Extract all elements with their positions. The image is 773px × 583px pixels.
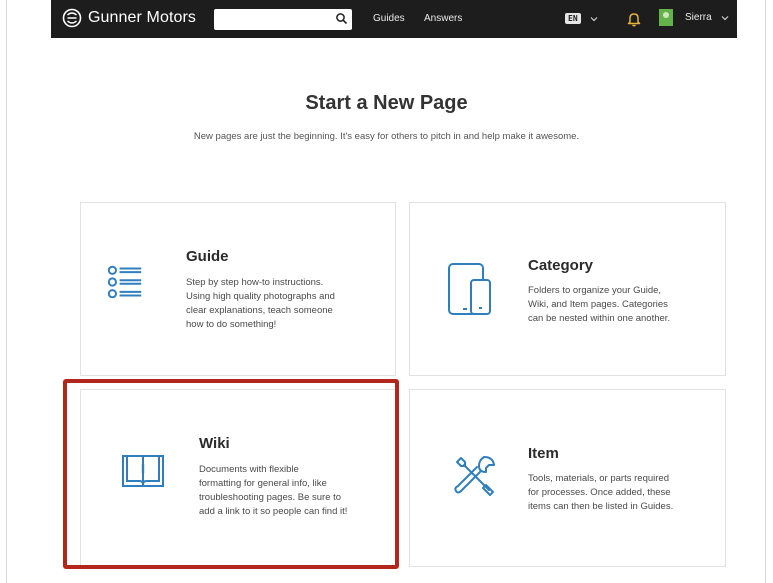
devices-icon bbox=[448, 263, 491, 315]
language-badge: EN bbox=[565, 13, 581, 24]
item-card[interactable]: Item Tools, materials, or parts required… bbox=[409, 389, 726, 567]
page-title: Start a New Page bbox=[305, 92, 468, 114]
card-description: Tools, materials, or parts required for p… bbox=[528, 473, 674, 512]
search-icon[interactable] bbox=[335, 12, 348, 25]
list-icon bbox=[107, 265, 142, 299]
card-description: Folders to organize your Guide, Wiki, and… bbox=[528, 285, 671, 324]
avatar bbox=[659, 9, 673, 26]
top-navigation-bar: Gunner Motors Guides Answers EN Sierra bbox=[51, 0, 737, 38]
wiki-highlight-box bbox=[63, 379, 399, 569]
page-subtitle: New pages are just the beginning. It's e… bbox=[193, 131, 580, 142]
search-input[interactable] bbox=[214, 9, 352, 30]
chevron-down-icon bbox=[721, 15, 729, 20]
chevron-down-icon bbox=[590, 16, 598, 21]
user-menu[interactable]: Sierra bbox=[659, 9, 729, 26]
user-name: Sierra bbox=[685, 12, 712, 23]
guide-card[interactable]: Guide Step by step how-to instructions. U… bbox=[80, 202, 396, 376]
notification-bell-icon[interactable] bbox=[627, 11, 641, 27]
language-selector[interactable]: EN bbox=[565, 13, 598, 24]
brand-logo[interactable]: Gunner Motors bbox=[62, 8, 196, 28]
card-description: Step by step how-to instructions. Using h… bbox=[186, 277, 335, 330]
nav-link-answers[interactable]: Answers bbox=[424, 13, 462, 24]
nav-link-guides[interactable]: Guides bbox=[373, 13, 405, 24]
card-title: Guide bbox=[186, 248, 229, 265]
brand-name: Gunner Motors bbox=[88, 9, 197, 26]
card-title: Category bbox=[528, 257, 594, 274]
category-card[interactable]: Category Folders to organize your Guide,… bbox=[409, 202, 726, 376]
tools-icon bbox=[454, 456, 495, 496]
gunner-logo-icon bbox=[62, 8, 82, 28]
card-title: Item bbox=[528, 445, 559, 462]
